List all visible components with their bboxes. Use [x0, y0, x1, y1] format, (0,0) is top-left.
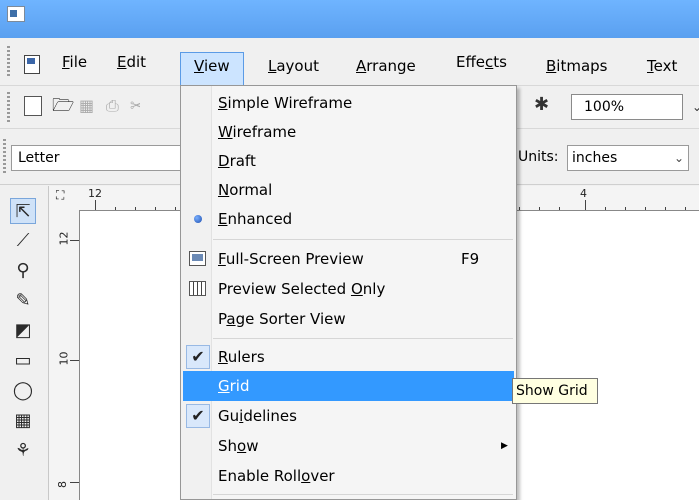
units-label: Units: — [518, 149, 559, 165]
shortcut-label: F9 — [461, 250, 480, 268]
radio-dot-icon — [194, 215, 202, 223]
menu-layout[interactable]: Layout — [262, 54, 325, 78]
menu-item-grid[interactable]: Grid — [183, 371, 514, 401]
ruler-label: 8 — [56, 481, 69, 488]
monitor-icon — [189, 251, 206, 266]
new-document-icon[interactable] — [24, 96, 42, 116]
menu-bitmaps[interactable]: Bitmaps — [540, 54, 614, 78]
toolbar-grip[interactable] — [7, 92, 10, 122]
menu-text[interactable]: Text — [641, 54, 683, 78]
chevron-down-icon[interactable]: ⌄ — [674, 151, 684, 165]
zoom-levels-icon[interactable]: ✱ — [534, 94, 549, 115]
menu-separator — [213, 239, 513, 240]
title-bar — [0, 0, 699, 38]
menu-item-page-sorter-view[interactable]: Page Sorter View — [183, 304, 514, 334]
menu-effects[interactable]: Effects — [450, 50, 513, 74]
text-tool-icon[interactable]: ⚘ — [10, 438, 36, 464]
checkmark-icon: ✔ — [186, 404, 210, 428]
menu-separator — [213, 494, 513, 495]
menu-edit[interactable]: Edit — [111, 50, 152, 74]
ellipse-tool-icon[interactable]: ◯ — [10, 378, 36, 404]
ruler-label: 12 — [88, 187, 102, 200]
menu-item-simple-wireframe[interactable]: Simple Wireframe — [183, 88, 514, 118]
cut-icon[interactable]: ✂ — [130, 96, 140, 116]
checkmark-icon: ✔ — [186, 345, 210, 369]
menu-item-wireframe[interactable]: Wireframe — [183, 117, 514, 147]
menu-view[interactable]: View — [188, 54, 236, 78]
menu-item-show[interactable]: Show ▶ — [183, 431, 514, 461]
shape-tool-icon[interactable]: ⟋ — [10, 228, 36, 254]
document-icon[interactable] — [24, 55, 40, 74]
propbar-grip[interactable] — [3, 139, 6, 175]
view-dropdown-menu: Simple Wireframe Wireframe Draft Normal … — [180, 85, 517, 500]
print-icon[interactable]: ⎙ — [106, 96, 124, 116]
ruler-label: 12 — [57, 231, 71, 246]
ruler-origin-icon[interactable]: ⛶ — [56, 188, 64, 203]
menu-item-draft[interactable]: Draft — [183, 146, 514, 176]
rectangle-tool-icon[interactable]: ▭ — [10, 348, 36, 374]
submenu-arrow-icon: ▶ — [501, 441, 508, 451]
toolbox: ⇱ ⟋ ⚲ ✎ ◩ ▭ ◯ ▦ ⚘ — [0, 186, 49, 500]
menu-item-normal[interactable]: Normal — [183, 175, 514, 205]
app-icon[interactable] — [7, 6, 25, 22]
ruler-label: 10 — [57, 351, 71, 366]
menu-item-enhanced[interactable]: Enhanced — [183, 204, 514, 234]
menu-item-guidelines[interactable]: ✔ Guidelines — [183, 401, 514, 431]
open-folder-icon[interactable]: 🗁 — [52, 96, 74, 116]
pick-tool-icon[interactable]: ⇱ — [10, 198, 36, 224]
zoom-level-select[interactable]: 100% — [571, 94, 683, 120]
polygon-tool-icon[interactable]: ▦ — [10, 408, 36, 434]
menu-item-enable-rollover[interactable]: Enable Rollover — [183, 461, 514, 491]
chevron-down-icon[interactable]: ⌄ — [692, 100, 699, 114]
smart-fill-tool-icon[interactable]: ◩ — [10, 318, 36, 344]
freehand-tool-icon[interactable]: ✎ — [10, 288, 36, 314]
units-select[interactable]: inches — [567, 145, 689, 171]
menu-separator — [213, 338, 513, 339]
zoom-tool-icon[interactable]: ⚲ — [10, 258, 36, 284]
menu-arrange[interactable]: Arrange — [350, 54, 422, 78]
menu-file[interactable]: File — [56, 50, 93, 74]
grid-preview-icon — [189, 281, 206, 296]
menu-item-preview-selected-only[interactable]: Preview Selected Only — [183, 274, 514, 304]
ruler-label: 4 — [580, 187, 587, 200]
vertical-ruler[interactable]: 12 10 8 — [49, 210, 80, 500]
paper-size-select[interactable]: Letter — [11, 145, 186, 171]
tooltip: Show Grid — [512, 378, 598, 404]
menu-item-full-screen-preview[interactable]: Full-Screen Preview F9 — [183, 244, 514, 274]
menu-item-rulers[interactable]: ✔ Rulers — [183, 342, 514, 372]
menubar-grip[interactable] — [7, 46, 10, 78]
save-icon[interactable]: ▦ — [79, 96, 97, 116]
